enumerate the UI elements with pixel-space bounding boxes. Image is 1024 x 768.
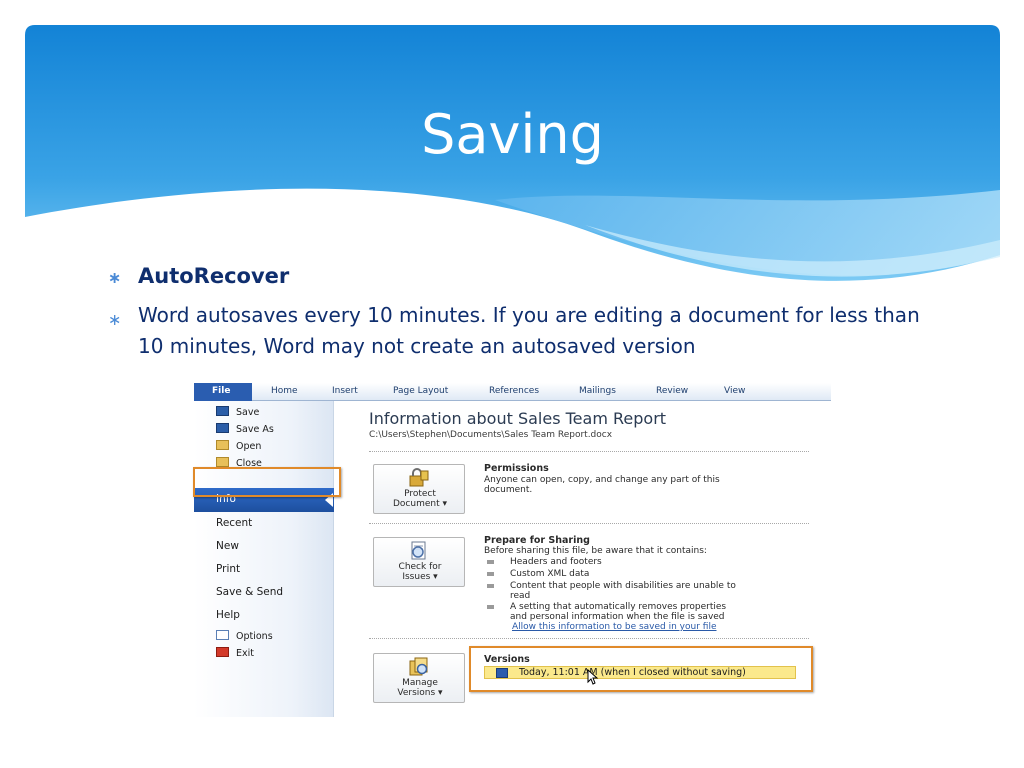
inspect-document-icon	[411, 541, 426, 560]
prepare-sharing-heading: Prepare for Sharing	[484, 535, 590, 546]
tab-insert[interactable]: Insert	[332, 386, 358, 396]
save-icon	[216, 406, 229, 416]
menu-save[interactable]: Save	[216, 406, 259, 418]
protect-document-button[interactable]: Protect Document ▾	[373, 464, 465, 514]
divider	[369, 451, 809, 452]
bullet-text: Word autosaves every 10 minutes. If you …	[138, 303, 920, 358]
bullet-list: ∗ AutoRecover ∗ Word autosaves every 10 …	[108, 264, 938, 362]
menu-recent[interactable]: Recent	[216, 517, 252, 529]
save-as-icon	[216, 423, 229, 433]
info-title: Information about Sales Team Report	[369, 409, 667, 428]
divider	[369, 638, 809, 639]
check-for-issues-label: Check for Issues ▾	[398, 562, 442, 582]
tab-review[interactable]: Review	[656, 386, 688, 396]
tab-page-layout[interactable]: Page Layout	[393, 386, 448, 396]
prepare-sharing-intro: Before sharing this file, be aware that …	[484, 546, 707, 556]
close-folder-icon	[216, 457, 229, 467]
bullet-square-icon	[487, 605, 494, 609]
manage-versions-button[interactable]: Manage Versions ▾	[373, 653, 465, 703]
versions-highlight-box	[469, 646, 813, 692]
menu-save-send[interactable]: Save & Send	[216, 586, 283, 598]
options-icon	[216, 630, 229, 640]
tab-view[interactable]: View	[724, 386, 745, 396]
bullet-square-icon	[487, 584, 494, 588]
manage-versions-label: Manage Versions ▾	[397, 678, 443, 698]
file-path: C:\Users\Stephen\Documents\Sales Team Re…	[369, 430, 613, 440]
sharing-item: Custom XML data	[484, 569, 784, 579]
tab-file[interactable]: File	[194, 383, 252, 401]
title-banner: Saving	[25, 25, 1000, 290]
exit-icon	[216, 647, 229, 657]
bullet-autosave-info: ∗ Word autosaves every 10 minutes. If yo…	[108, 300, 938, 362]
check-for-issues-button[interactable]: Check for Issues ▾	[373, 537, 465, 587]
menu-print[interactable]: Print	[216, 563, 240, 575]
menu-options[interactable]: Options	[216, 630, 273, 642]
bullet-square-icon	[487, 572, 494, 576]
allow-info-saved-link[interactable]: Allow this information to be saved in yo…	[512, 622, 717, 632]
sharing-item: A setting that automatically removes pro…	[484, 602, 784, 622]
menu-open[interactable]: Open	[216, 440, 261, 452]
asterisk-bullet-icon: ∗	[108, 268, 122, 287]
slide-title: Saving	[421, 103, 604, 166]
bullet-text: AutoRecover	[138, 264, 290, 288]
lock-key-icon	[409, 468, 429, 487]
permissions-text-line: document.	[484, 485, 533, 495]
slide: Saving ∗ AutoRecover ∗ Word autosaves ev…	[0, 0, 1024, 768]
menu-new[interactable]: New	[216, 540, 239, 552]
tab-mailings[interactable]: Mailings	[579, 386, 616, 396]
backstage-menu: Save Save As Open Close Info Recent New …	[194, 401, 334, 717]
asterisk-bullet-icon: ∗	[108, 310, 122, 329]
permissions-heading: Permissions	[484, 463, 549, 474]
sharing-item: Content that people with disabilities ar…	[484, 581, 784, 601]
ribbon-tabs: File Home Insert Page Layout References …	[194, 383, 831, 401]
menu-save-as[interactable]: Save As	[216, 423, 274, 435]
protect-document-label: Protect Document ▾	[392, 489, 447, 509]
bullet-autorecover: ∗ AutoRecover	[108, 264, 938, 300]
info-highlight-box	[193, 467, 341, 497]
tab-references[interactable]: References	[489, 386, 539, 396]
menu-help[interactable]: Help	[216, 609, 240, 621]
divider	[369, 523, 809, 524]
tab-home[interactable]: Home	[271, 386, 298, 396]
open-folder-icon	[216, 440, 229, 450]
bullet-square-icon	[487, 560, 494, 564]
manage-versions-icon	[409, 657, 428, 676]
sharing-item: Headers and footers	[484, 557, 784, 567]
permissions-text-line: Anyone can open, copy, and change any pa…	[484, 475, 720, 485]
menu-exit[interactable]: Exit	[216, 647, 254, 659]
